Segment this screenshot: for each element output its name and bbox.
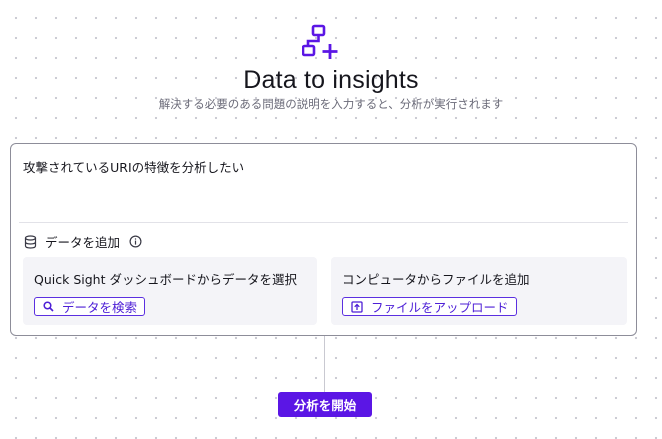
card-title: Quick Sight ダッシュボードからデータを選択 bbox=[34, 272, 297, 287]
prompt-panel: 攻撃されているURIの特徴を分析したい データを追加 Quick Sight ダ… bbox=[10, 143, 637, 336]
page-title: Data to insights bbox=[243, 66, 419, 94]
page-subtitle: 解決する必要のある問題の説明を入力すると、分析が実行されます bbox=[158, 97, 504, 111]
search-data-button[interactable]: データを検索 bbox=[34, 297, 146, 316]
divider bbox=[19, 222, 628, 223]
local-file-card: コンピュータからファイルを追加 ファイルをアップロード bbox=[331, 257, 627, 325]
quicksight-data-card: Quick Sight ダッシュボードからデータを選択 データを検索 bbox=[23, 257, 317, 325]
add-data-label: データを追加 bbox=[45, 235, 121, 250]
search-icon bbox=[43, 301, 54, 312]
upload-file-label: ファイルをアップロード bbox=[371, 300, 509, 315]
card-title: コンピュータからファイルを追加 bbox=[342, 272, 530, 287]
connector-line bbox=[324, 336, 325, 392]
upload-icon bbox=[351, 300, 363, 313]
prompt-input[interactable]: 攻撃されているURIの特徴を分析したい bbox=[23, 157, 244, 176]
workflow-diagram-plus-icon bbox=[302, 24, 338, 59]
add-data-header: データを追加 bbox=[24, 232, 142, 251]
start-analysis-button[interactable]: 分析を開始 bbox=[278, 392, 372, 417]
database-icon bbox=[24, 234, 37, 249]
info-icon[interactable] bbox=[129, 235, 142, 248]
search-data-label: データを検索 bbox=[62, 300, 138, 315]
upload-file-button[interactable]: ファイルをアップロード bbox=[342, 297, 517, 316]
